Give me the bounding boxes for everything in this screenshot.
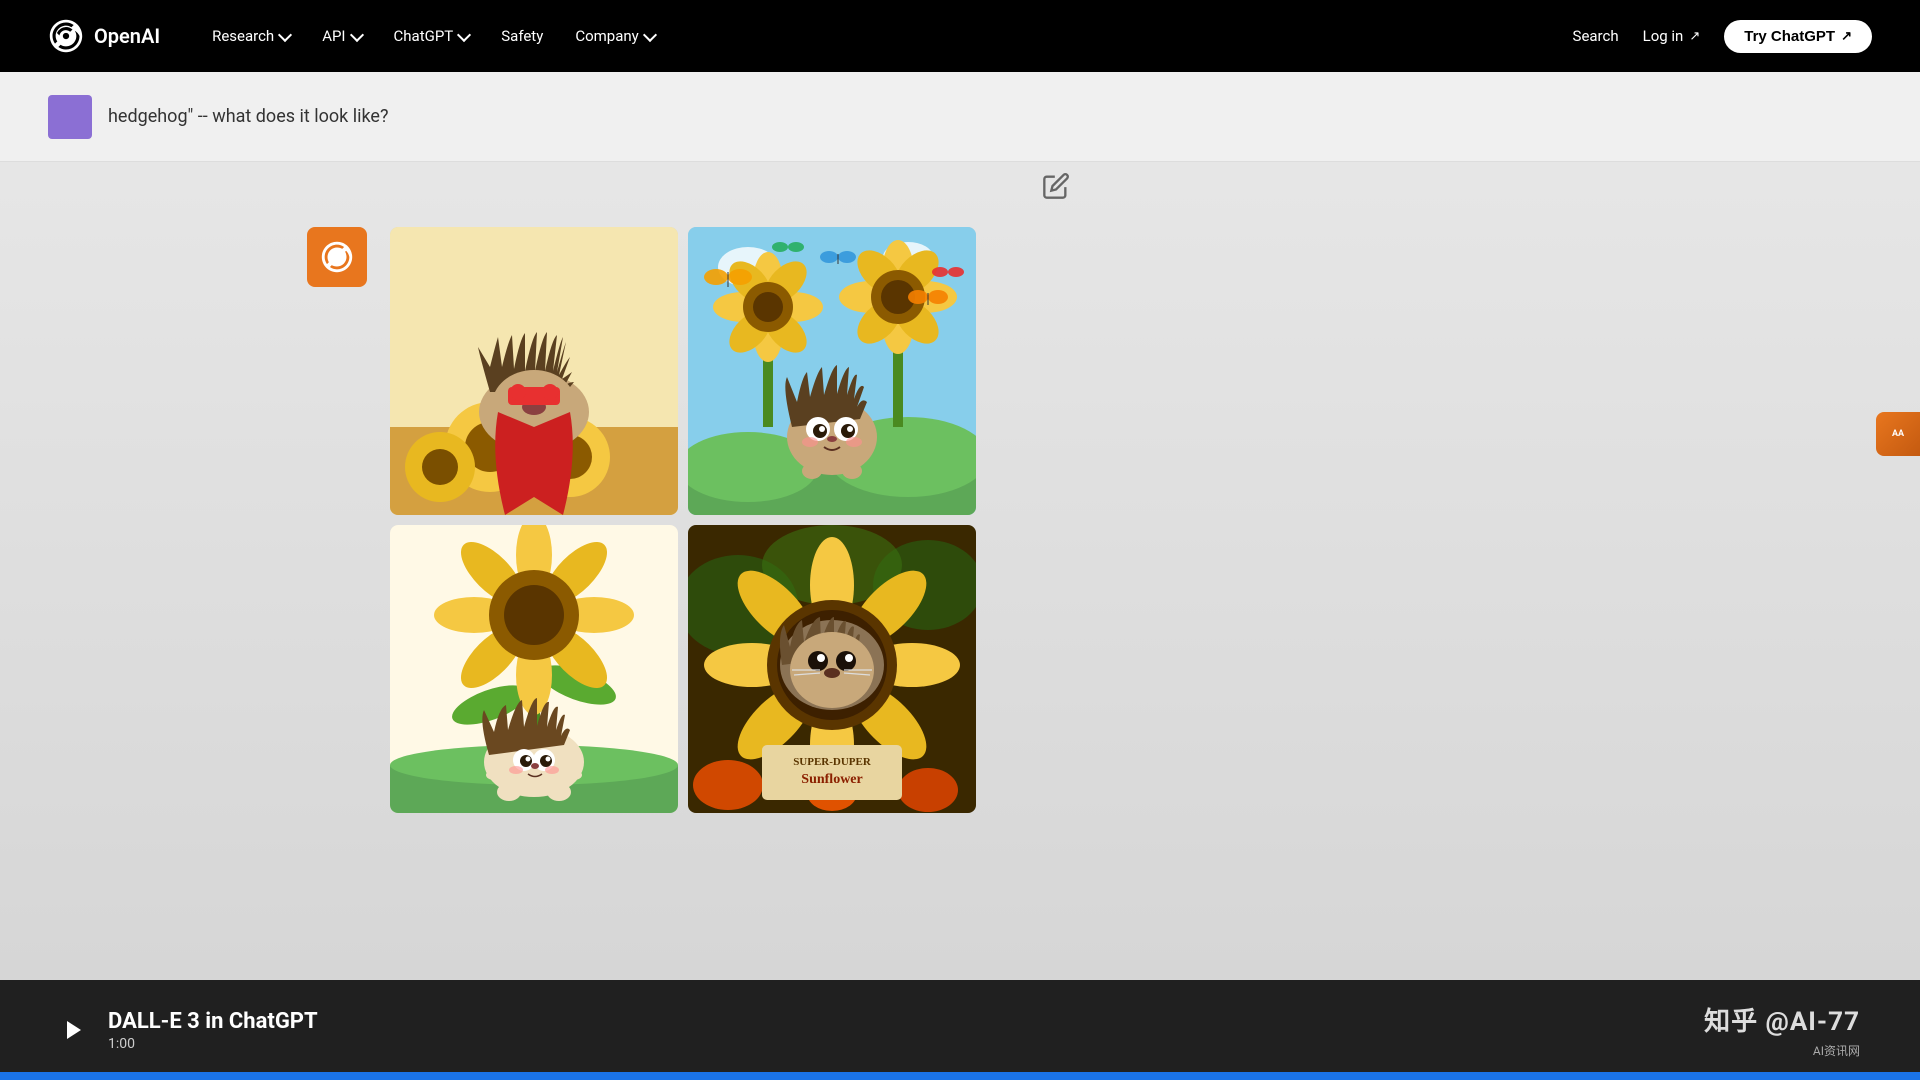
try-arrow-icon: ↗ <box>1841 28 1852 44</box>
user-message-area: hedgehog" -- what does it look like? <box>0 72 1920 162</box>
svg-text:Sunflower: Sunflower <box>801 772 862 787</box>
search-button[interactable]: Search <box>1573 27 1619 45</box>
company-chevron-icon <box>643 27 657 41</box>
watermark-zhihu: 知乎 @AI-77 <box>1704 1001 1860 1038</box>
watermarks: 知乎 @AI-77 AI资讯网 <box>1704 1001 1860 1059</box>
image-cell-1[interactable] <box>390 227 678 515</box>
side-badge[interactable]: AA <box>1876 412 1920 456</box>
research-chevron-icon <box>278 27 292 41</box>
edit-icon[interactable] <box>1042 172 1070 200</box>
video-title: DALL-E 3 in ChatGPT <box>108 1009 318 1034</box>
login-arrow-icon: ↗ <box>1689 29 1700 44</box>
bottom-video-bar: DALL-E 3 in ChatGPT 1:00 知乎 @AI-77 AI资讯网 <box>0 980 1920 1080</box>
bottom-blue-bar <box>0 1072 1920 1080</box>
nav-company[interactable]: Company <box>563 19 666 53</box>
nav-api[interactable]: API <box>310 19 373 53</box>
user-avatar <box>48 95 92 139</box>
chatgpt-avatar <box>307 227 367 287</box>
image-grid: SUPER-DUPER Sunflower <box>390 227 976 813</box>
nav-right: Search Log in ↗ Try ChatGPT ↗ <box>1573 20 1872 53</box>
edit-icon-container <box>1042 172 1070 204</box>
image-cell-3[interactable] <box>390 525 678 813</box>
nav-chatgpt[interactable]: ChatGPT <box>382 19 482 53</box>
try-chatgpt-button[interactable]: Try ChatGPT ↗ <box>1724 20 1872 53</box>
play-button[interactable] <box>60 1016 88 1044</box>
play-icon <box>62 1018 86 1042</box>
main-content: hedgehog" -- what does it look like? <box>0 72 1920 1080</box>
side-badge-text: AA <box>1892 429 1904 440</box>
svg-text:SUPER-DUPER: SUPER-DUPER <box>793 756 872 768</box>
login-button[interactable]: Log in ↗ <box>1643 27 1701 45</box>
chatgpt-logo-icon <box>318 238 356 276</box>
nav-left: OpenAI Research API ChatGPT Safety Compa… <box>48 18 667 54</box>
nav-research[interactable]: Research <box>200 19 302 53</box>
nav-links: Research API ChatGPT Safety Company <box>200 19 667 53</box>
logo-text: OpenAI <box>94 24 160 48</box>
video-info: DALL-E 3 in ChatGPT 1:00 <box>60 1009 318 1052</box>
video-text: DALL-E 3 in ChatGPT 1:00 <box>108 1009 318 1052</box>
nav-safety[interactable]: Safety <box>489 19 555 53</box>
watermark-ai: AI资讯网 <box>1813 1042 1860 1059</box>
content-area: hedgehog" -- what does it look like? <box>0 72 1920 1080</box>
video-duration: 1:00 <box>108 1036 318 1052</box>
image-cell-4[interactable]: SUPER-DUPER Sunflower <box>688 525 976 813</box>
user-message-text: hedgehog" -- what does it look like? <box>108 106 388 127</box>
navbar: OpenAI Research API ChatGPT Safety Compa… <box>0 0 1920 72</box>
openai-logo-icon <box>48 18 84 54</box>
openai-logo[interactable]: OpenAI <box>48 18 160 54</box>
chatgpt-chevron-icon <box>457 27 471 41</box>
api-chevron-icon <box>349 27 363 41</box>
image-cell-2[interactable] <box>688 227 976 515</box>
